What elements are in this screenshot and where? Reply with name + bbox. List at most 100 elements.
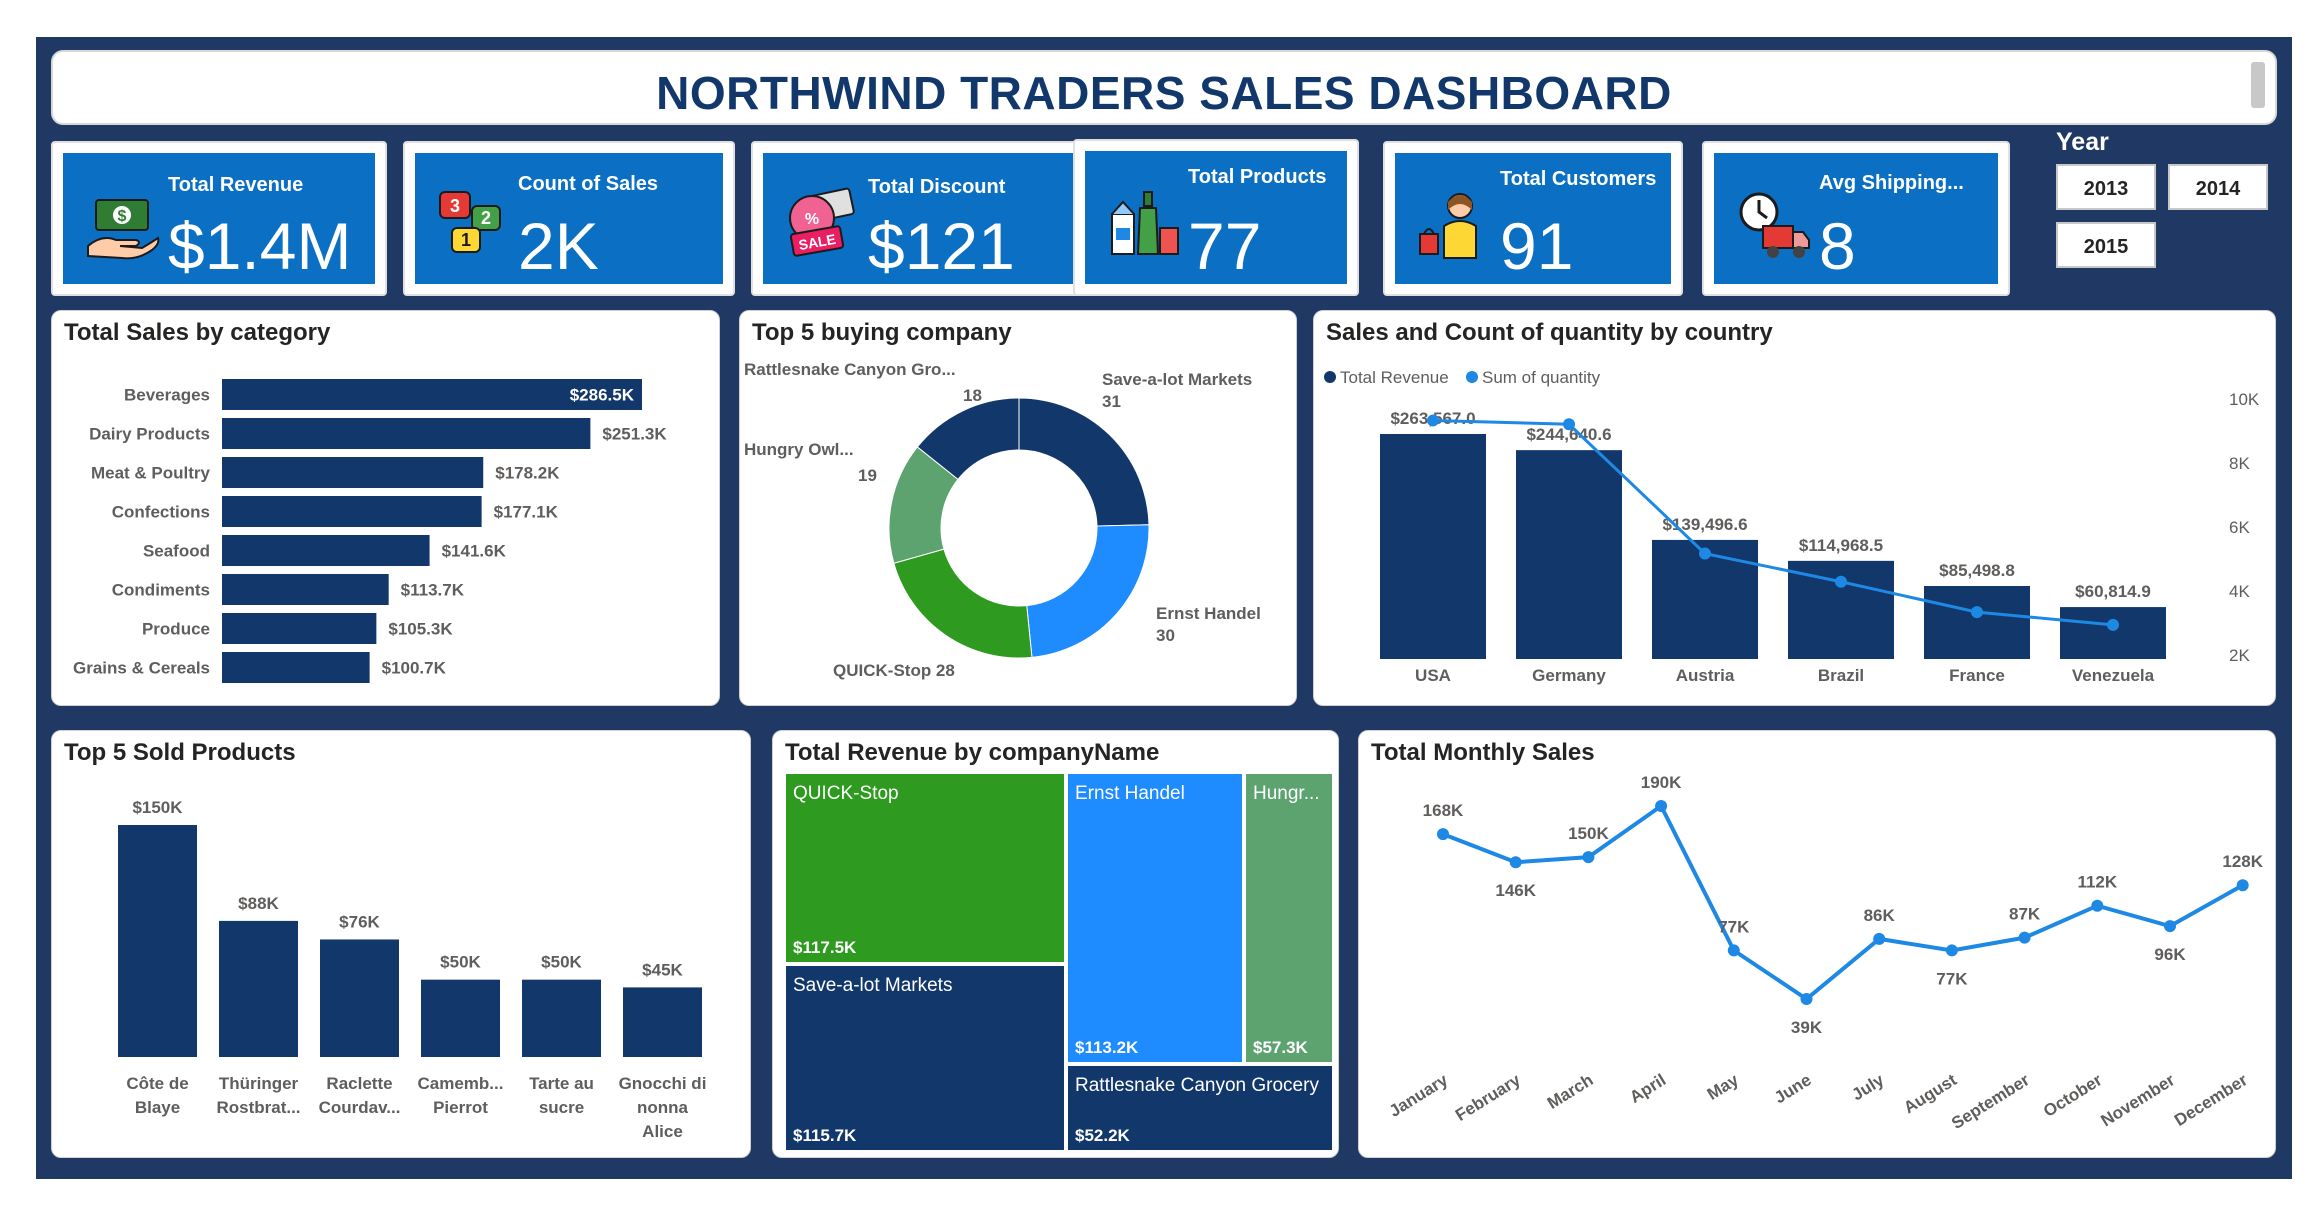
data-label: $105.3K xyxy=(388,620,453,639)
product-bar xyxy=(522,979,601,1057)
data-label: $251.3K xyxy=(602,425,667,444)
data-label: 87K xyxy=(2009,905,2041,924)
tile-name: Rattlesnake Canyon Grocery xyxy=(1075,1075,1319,1096)
year-option-2015[interactable]: 2015 xyxy=(2056,222,2156,268)
kpi-label: Count of Sales xyxy=(518,173,659,195)
title-bar: NORTHWIND TRADERS SALES DASHBOARD xyxy=(51,50,2277,125)
quantity-point xyxy=(1971,606,1983,619)
category-label: Confections xyxy=(112,503,210,522)
y2-tick-label: 10K xyxy=(2229,390,2260,409)
card-top-sold-products: Top 5 Sold Products $150K Côte de Blaye $88… xyxy=(51,730,751,1158)
y2-tick-label: 2K xyxy=(2229,646,2250,665)
card-monthly-sales: Total Monthly Sales 168K January 146K Febru… xyxy=(1358,730,2276,1158)
slice-label: Rattlesnake Canyon Gro... xyxy=(744,360,956,379)
revenue-bar xyxy=(1788,560,1894,659)
product-bar xyxy=(219,920,298,1057)
monthly-sales-line xyxy=(1442,803,2244,1002)
data-label: $50K xyxy=(440,953,481,972)
product-bar xyxy=(421,979,500,1057)
data-label: $45K xyxy=(642,960,683,979)
sales-by-country-chart: Total Revenue Sum of quantity 10K 8K 6K 4K 2K $… xyxy=(1324,368,2260,685)
year-option-2014[interactable]: 2014 xyxy=(2168,164,2268,210)
kpi-label: Avg Shipping... xyxy=(1819,172,1964,194)
legend-label: Sum of quantity xyxy=(1482,368,1601,387)
kpi-label: Total Customers xyxy=(1500,168,1657,190)
month-label: December xyxy=(2171,1070,2251,1130)
svg-text:1: 1 xyxy=(461,230,471,250)
year-option-2013[interactable]: 2013 xyxy=(2056,164,2156,210)
quantity-point xyxy=(2107,618,2119,631)
tile-name: Hungr... xyxy=(1253,783,1320,804)
data-label: $114,968.5 xyxy=(1799,536,1883,555)
category-label: Seafood xyxy=(143,542,210,561)
category-label: Brazil xyxy=(1818,666,1864,685)
kpi-card-avg-shipping: Avg Shipping... 8 xyxy=(1702,141,2010,296)
data-label: 112K xyxy=(2077,873,2117,892)
quantity-point xyxy=(1563,418,1575,431)
product-label: Raclette xyxy=(326,1074,392,1093)
monthly-point xyxy=(1655,800,1668,812)
y2-tick-label: 8K xyxy=(2229,454,2250,473)
kpi-value: 77 xyxy=(1188,209,1262,283)
monthly-sales-chart: 168K January 146K February 150K March 190K Apri… xyxy=(1386,773,2264,1133)
product-label: Thüringer xyxy=(219,1074,299,1093)
data-label: $150K xyxy=(132,798,183,817)
data-label: $50K xyxy=(541,953,582,972)
revenue-bar xyxy=(2060,607,2166,659)
revenue-bar xyxy=(1924,586,2030,659)
data-label: 146K xyxy=(1495,881,1536,900)
product-label: Rostbrat... xyxy=(216,1098,300,1117)
month-label: January xyxy=(1386,1070,1452,1121)
monthly-point xyxy=(2018,931,2031,944)
product-label: Gnocchi di xyxy=(619,1074,707,1093)
product-label: Côte de xyxy=(126,1074,188,1093)
kpi-value: 2K xyxy=(518,209,599,283)
svg-text:2: 2 xyxy=(481,208,491,228)
data-label: $88K xyxy=(238,894,279,913)
slice-label: Save-a-lot Markets xyxy=(1102,370,1252,389)
product-bar xyxy=(320,939,399,1057)
product-label: Blaye xyxy=(135,1098,180,1117)
chat-numbers-icon: 3 2 1 xyxy=(439,191,501,253)
data-label: $113.7K xyxy=(401,581,465,600)
data-label: $178.2K xyxy=(495,464,560,483)
month-label: May xyxy=(1704,1070,1743,1104)
scrollbar-thumb[interactable] xyxy=(2251,62,2265,108)
sales-by-category-chart: Beverages $286.5K Dairy Products $251.3K Mea… xyxy=(73,379,667,683)
data-label: $100.7K xyxy=(382,659,447,678)
tile-value: $117.5K xyxy=(793,938,857,957)
kpi-value: $121 xyxy=(868,209,1015,283)
quantity-point xyxy=(1699,547,1711,560)
data-label: 190K xyxy=(1641,773,1682,792)
month-label: February xyxy=(1452,1070,1524,1125)
data-label: $85,498.8 xyxy=(1939,561,2015,580)
kpi-card-total-discount: % SALE Total Discount $121 xyxy=(751,141,1087,296)
category-label: Condiments xyxy=(112,581,210,600)
sale-tag-icon: % SALE xyxy=(789,187,855,257)
y2-tick-label: 4K xyxy=(2229,582,2250,601)
kpi-value: $1.4M xyxy=(168,209,352,283)
revenue-by-company-treemap: QUICK-Stop $117.5K Save-a-lot Markets $115.… xyxy=(784,772,1334,1152)
monthly-point xyxy=(2091,899,2104,912)
product-bar xyxy=(623,987,702,1057)
monthly-point xyxy=(1727,944,1740,957)
top-sold-products-chart: $150K Côte de Blaye $88K Thüringer Rostbrat..… xyxy=(118,798,707,1141)
monthly-point xyxy=(2164,920,2176,933)
category-bar xyxy=(222,574,389,605)
data-label: 150K xyxy=(1568,824,1609,843)
top-buying-company-chart: Save-a-lot Markets 31 Ernst Handel 30 QUICK-… xyxy=(744,360,1261,680)
money-hand-icon: $ xyxy=(87,199,160,260)
quantity-point xyxy=(1427,414,1439,427)
month-label: August xyxy=(1900,1070,1960,1117)
monthly-point xyxy=(1800,993,1813,1005)
data-label: 96K xyxy=(2154,945,2186,964)
data-label: 168K xyxy=(1423,801,1464,820)
category-label: Germany xyxy=(1532,666,1606,685)
donut-slice xyxy=(1018,397,1150,527)
category-label: Dairy Products xyxy=(89,425,210,444)
category-label: Venezuela xyxy=(2072,666,2155,685)
kpi-card-total-customers: Total Customers 91 xyxy=(1383,141,1683,296)
monthly-point xyxy=(1582,851,1595,864)
monthly-point xyxy=(1945,944,1958,957)
data-label: $76K xyxy=(339,912,380,931)
